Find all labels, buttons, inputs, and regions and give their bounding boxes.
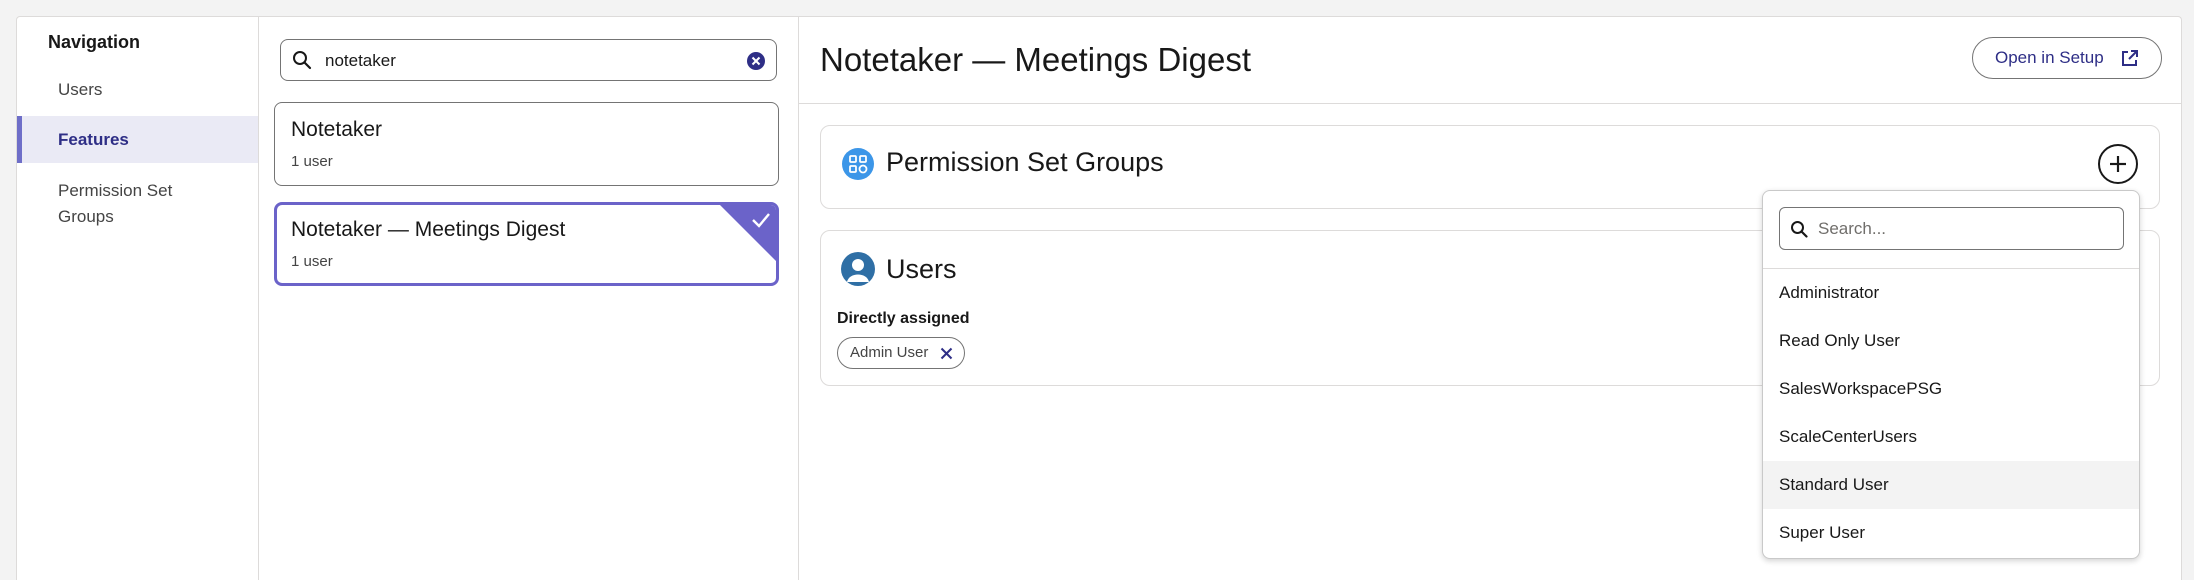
dropdown-option-scalecenterusers[interactable]: ScaleCenterUsers	[1763, 413, 2139, 461]
card-title: Notetaker — Meetings Digest	[291, 218, 566, 241]
pill-label: Admin User	[850, 344, 929, 361]
search-icon	[1791, 221, 1808, 238]
clear-search-icon[interactable]	[746, 51, 766, 71]
dropdown-option-salesworkspacepsg[interactable]: SalesWorkspacePSG	[1763, 365, 2139, 413]
external-link-icon	[2122, 50, 2138, 66]
card-title: Notetaker	[291, 118, 383, 141]
dropdown-option-super-user[interactable]: Super User	[1763, 509, 2139, 557]
search-input-value[interactable]: notetaker	[325, 51, 396, 71]
detail-header: Notetaker — Meetings Digest Open in Setu…	[799, 17, 2181, 104]
dropdown-search-input[interactable]	[1818, 216, 2108, 242]
open-in-setup-button[interactable]: Open in Setup	[1972, 37, 2162, 79]
nav-item-permission-set-groups[interactable]: Permission Set Groups	[17, 178, 258, 230]
panel-title: Users	[886, 254, 957, 284]
plus-icon	[2110, 156, 2126, 172]
assigned-user-pill: Admin User	[837, 337, 966, 369]
page-title: Notetaker — Meetings Digest	[820, 41, 1252, 78]
feature-card-notetaker[interactable]: Notetaker 1 user	[274, 102, 779, 186]
search-icon	[293, 51, 312, 70]
feature-list-panel: notetaker Notetaker 1 user Notetaker — M…	[259, 17, 799, 580]
card-subtitle: 1 user	[291, 253, 333, 270]
nav-title: Navigation	[48, 32, 141, 52]
open-in-setup-label: Open in Setup	[1995, 48, 2104, 67]
nav-item-label: Users	[58, 80, 103, 99]
panel-title: Permission Set Groups	[886, 147, 1164, 177]
feature-search-field[interactable]: notetaker	[280, 39, 777, 81]
nav-item-label: Permission Set	[58, 181, 173, 200]
dropdown-option-administrator[interactable]: Administrator	[1763, 269, 2139, 317]
permission-set-groups-icon	[842, 148, 874, 180]
nav-item-label-line2: Groups	[58, 207, 114, 226]
navigation-panel: Navigation Users Features Permission Set…	[17, 17, 259, 580]
remove-pill-icon[interactable]	[940, 347, 953, 360]
dropdown-search-field[interactable]	[1779, 207, 2124, 250]
nav-item-users[interactable]: Users	[17, 77, 258, 103]
add-permission-set-group-button[interactable]	[2098, 144, 2138, 184]
check-icon	[752, 213, 770, 228]
nav-item-label: Features	[58, 130, 129, 149]
directly-assigned-label: Directly assigned	[837, 310, 970, 327]
permission-set-group-dropdown: Administrator Read Only User SalesWorksp…	[1762, 190, 2140, 559]
nav-item-features[interactable]: Features	[17, 116, 258, 163]
dropdown-option-standard-user[interactable]: Standard User	[1763, 461, 2139, 509]
dropdown-option-read-only-user[interactable]: Read Only User	[1763, 317, 2139, 365]
feature-card-meetings-digest[interactable]: Notetaker — Meetings Digest 1 user	[274, 202, 779, 286]
user-icon	[841, 252, 875, 286]
card-subtitle: 1 user	[291, 153, 333, 170]
